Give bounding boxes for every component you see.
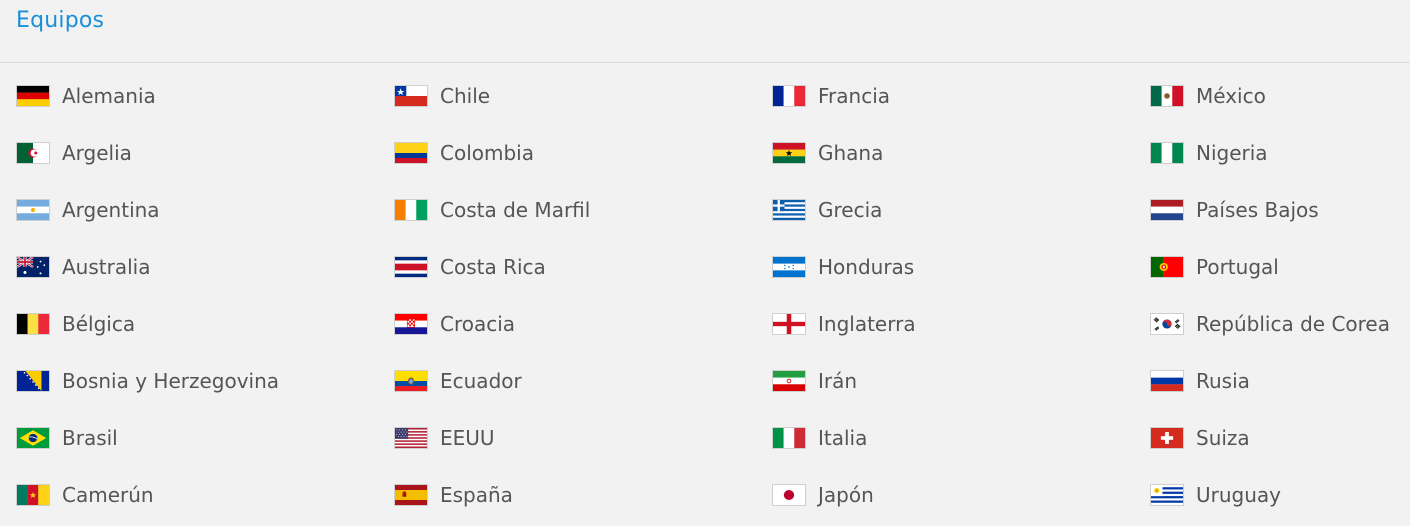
team-item[interactable]: República de Corea: [1134, 295, 1410, 352]
team-item[interactable]: Argentina: [0, 181, 378, 238]
ivory-coast-flag-icon: [394, 198, 428, 221]
team-item[interactable]: Nigeria: [1134, 124, 1410, 181]
team-name: Países Bajos: [1196, 197, 1319, 222]
team-item[interactable]: Irán: [756, 352, 1134, 409]
team-name: Irán: [818, 368, 858, 393]
colombia-flag-icon: [394, 141, 428, 164]
team-item[interactable]: Uruguay: [1134, 466, 1410, 523]
team-item[interactable]: España: [378, 466, 756, 523]
team-name: Croacia: [440, 311, 516, 336]
team-item[interactable]: Chile: [378, 67, 756, 124]
usa-flag-icon: [394, 426, 428, 449]
team-name: Colombia: [440, 140, 534, 165]
team-item[interactable]: Ecuador: [378, 352, 756, 409]
team-item[interactable]: Colombia: [378, 124, 756, 181]
chile-flag-icon: [394, 84, 428, 107]
team-name: Costa de Marfil: [440, 197, 591, 222]
algeria-flag-icon: [16, 141, 50, 164]
team-name: Nigeria: [1196, 140, 1268, 165]
honduras-flag-icon: [772, 255, 806, 278]
team-name: Italia: [818, 425, 868, 450]
argentina-flag-icon: [16, 198, 50, 221]
costa-rica-flag-icon: [394, 255, 428, 278]
spain-flag-icon: [394, 483, 428, 506]
team-name: Portugal: [1196, 254, 1279, 279]
team-item[interactable]: Países Bajos: [1134, 181, 1410, 238]
team-item[interactable]: Alemania: [0, 67, 378, 124]
team-name: España: [440, 482, 513, 507]
south-korea-flag-icon: [1150, 312, 1184, 335]
australia-flag-icon: [16, 255, 50, 278]
iran-flag-icon: [772, 369, 806, 392]
team-name: Francia: [818, 83, 891, 108]
team-item[interactable]: Portugal: [1134, 238, 1410, 295]
team-name: Brasil: [62, 425, 118, 450]
team-item[interactable]: Inglaterra: [756, 295, 1134, 352]
team-name: Costa Rica: [440, 254, 546, 279]
japan-flag-icon: [772, 483, 806, 506]
team-item[interactable]: Italia: [756, 409, 1134, 466]
team-item[interactable]: Brasil: [0, 409, 378, 466]
team-name: México: [1196, 83, 1266, 108]
team-item[interactable]: Ghana: [756, 124, 1134, 181]
brazil-flag-icon: [16, 426, 50, 449]
team-item[interactable]: Costa Rica: [378, 238, 756, 295]
team-item[interactable]: Bosnia y Herzegovina: [0, 352, 378, 409]
greece-flag-icon: [772, 198, 806, 221]
section-title: Equipos: [16, 8, 105, 33]
team-item[interactable]: Camerún: [0, 466, 378, 523]
england-flag-icon: [772, 312, 806, 335]
team-name: Ecuador: [440, 368, 522, 393]
team-name: República de Corea: [1196, 311, 1390, 336]
team-name: Australia: [62, 254, 151, 279]
bosnia-flag-icon: [16, 369, 50, 392]
russia-flag-icon: [1150, 369, 1184, 392]
uruguay-flag-icon: [1150, 483, 1184, 506]
team-item[interactable]: Suiza: [1134, 409, 1410, 466]
team-name: Inglaterra: [818, 311, 916, 336]
team-name: Honduras: [818, 254, 915, 279]
belgium-flag-icon: [16, 312, 50, 335]
team-name: Alemania: [62, 83, 156, 108]
team-name: Argentina: [62, 197, 160, 222]
team-name: EEUU: [440, 425, 495, 450]
cameroon-flag-icon: [16, 483, 50, 506]
team-name: Bélgica: [62, 311, 136, 336]
portugal-flag-icon: [1150, 255, 1184, 278]
croatia-flag-icon: [394, 312, 428, 335]
team-name: Suiza: [1196, 425, 1250, 450]
team-item[interactable]: Japón: [756, 466, 1134, 523]
italy-flag-icon: [772, 426, 806, 449]
team-item[interactable]: México: [1134, 67, 1410, 124]
teams-grid: Alemania Chile Francia México Argelia Co…: [0, 63, 1410, 523]
team-name: Japón: [818, 482, 874, 507]
switzerland-flag-icon: [1150, 426, 1184, 449]
ecuador-flag-icon: [394, 369, 428, 392]
team-name: Chile: [440, 83, 491, 108]
team-item[interactable]: Honduras: [756, 238, 1134, 295]
team-name: Grecia: [818, 197, 883, 222]
germany-flag-icon: [16, 84, 50, 107]
netherlands-flag-icon: [1150, 198, 1184, 221]
team-name: Bosnia y Herzegovina: [62, 368, 280, 393]
ghana-flag-icon: [772, 141, 806, 164]
team-name: Rusia: [1196, 368, 1250, 393]
team-item[interactable]: Grecia: [756, 181, 1134, 238]
france-flag-icon: [772, 84, 806, 107]
mexico-flag-icon: [1150, 84, 1184, 107]
nigeria-flag-icon: [1150, 141, 1184, 164]
team-item[interactable]: Francia: [756, 67, 1134, 124]
section-header: Equipos: [0, 0, 1410, 63]
team-name: Argelia: [62, 140, 132, 165]
team-item[interactable]: Argelia: [0, 124, 378, 181]
team-item[interactable]: EEUU: [378, 409, 756, 466]
team-name: Camerún: [62, 482, 154, 507]
team-name: Ghana: [818, 140, 884, 165]
team-item[interactable]: Australia: [0, 238, 378, 295]
team-item[interactable]: Croacia: [378, 295, 756, 352]
team-item[interactable]: Costa de Marfil: [378, 181, 756, 238]
team-item[interactable]: Rusia: [1134, 352, 1410, 409]
team-name: Uruguay: [1196, 482, 1281, 507]
team-item[interactable]: Bélgica: [0, 295, 378, 352]
